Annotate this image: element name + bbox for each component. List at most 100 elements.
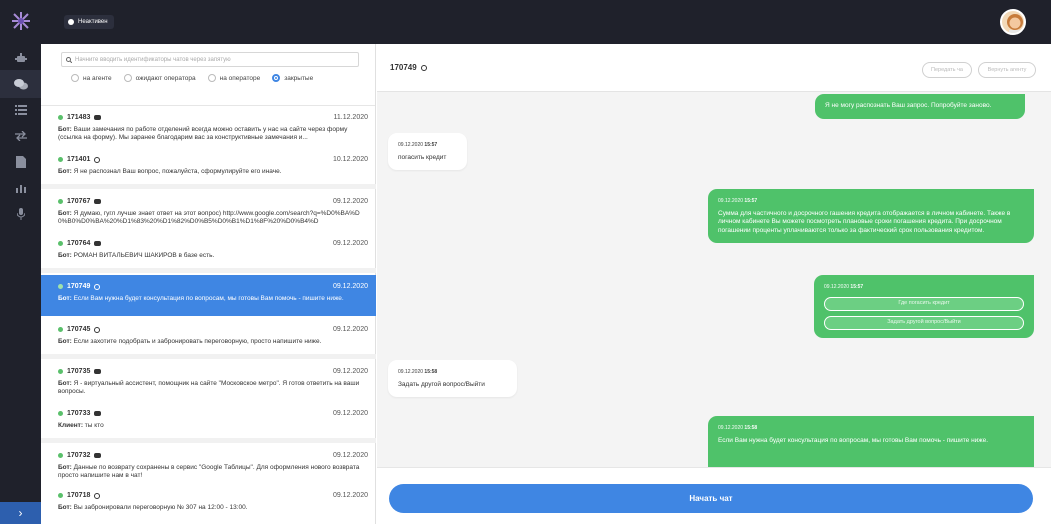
chat-preview: Я - виртуальный ассистент, помощник на с… (58, 380, 360, 395)
option-button[interactable]: Где погасить кредит (824, 296, 1024, 311)
chat-id: 170732 (67, 452, 91, 459)
chat-id: 170764 (67, 240, 91, 247)
bot-message-buttons: 09.12.2020 15:57 Где погасить кредит Зад… (814, 275, 1034, 338)
transfer-chat-button[interactable]: Передать ча (922, 62, 972, 78)
search-input[interactable]: Начните вводить идентификаторы чатов чер… (61, 52, 359, 67)
chat-list-item[interactable]: 170764 09.12.2020 Бот: РОМАН ВИТАЛЬЕВИЧ Ш… (41, 238, 376, 266)
chat-id: 170718 (67, 492, 91, 499)
chat-list-item[interactable]: 170732 09.12.2020 Бот: Данные по возврату… (41, 450, 376, 486)
chevron-right-icon[interactable]: › (0, 502, 41, 524)
chat-id: 170735 (67, 368, 91, 375)
microphone-icon[interactable] (0, 200, 41, 228)
chat-id: 171401 (67, 156, 91, 163)
return-to-agent-button[interactable]: Вернуть агенту (978, 62, 1036, 78)
divider (41, 184, 376, 189)
chats-icon[interactable] (0, 70, 41, 98)
status-label: Неактивен (78, 19, 108, 25)
list-icon[interactable] (0, 96, 41, 124)
logo-icon (11, 12, 30, 30)
app: › Неактивен Начните вводить идентификато… (0, 0, 1064, 524)
chat-icon (94, 241, 102, 246)
chat-list-item[interactable]: 170718 09.12.2020 Бот: Вы забронировали п… (41, 490, 376, 520)
message-time: 15:58 (424, 369, 438, 375)
radio-operator[interactable]: на операторе (207, 74, 261, 82)
radio-label: ожидают оператора (135, 74, 196, 82)
message-text: Задать другой вопрос/Выйти (398, 380, 485, 388)
search-icon (66, 56, 72, 63)
message-date: 09.12.2020 (398, 369, 424, 375)
start-bar: Начать чат (377, 467, 1051, 524)
chat-list-pane: Начните вводить идентификаторы чатов чер… (41, 44, 376, 524)
left-rail: › (0, 0, 41, 524)
conversation-header: 170749 Передать ча Вернуть агенту (377, 44, 1051, 92)
chat-list-item[interactable]: 171401 10.12.2020 Бот: Я не распознал Ваш… (41, 154, 376, 182)
message-text: Я не могу распознать Ваш запрос. Попробу… (825, 102, 992, 109)
chat-author: Бот: (58, 168, 72, 175)
chat-list-item[interactable]: 170767 09.12.2020 Бот: Я думаю, гугл лучш… (41, 196, 376, 232)
bot-message: 09.12.2020 15:57 Сумма для частичного и … (708, 189, 1034, 243)
document-icon[interactable] (0, 148, 41, 176)
radio-label: закрытые (284, 74, 314, 82)
chat-id: 171483 (67, 114, 91, 121)
chat-icon (94, 115, 102, 120)
search-placeholder: Начните вводить идентификаторы чатов чер… (75, 56, 231, 63)
chat-preview: РОМАН ВИТАЛЬЕВИЧ ШАКИРОВ в базе есть. (73, 252, 215, 259)
message-text: Если Вам нужна будет консультация по воп… (718, 436, 989, 444)
chat-preview: Данные по возврату сохранены в сервис "G… (58, 464, 360, 479)
radio-closed[interactable]: закрытые (272, 74, 313, 82)
chat-date: 09.12.2020 (332, 452, 368, 459)
chat-preview: Если Вам нужна будет консультация по воп… (73, 295, 344, 302)
chat-id: 170745 (67, 326, 91, 333)
chat-list-item[interactable]: 170735 09.12.2020 Бот: Я - виртуальный ас… (41, 366, 376, 402)
message-text: погасить кредит (398, 153, 447, 161)
top-bar: Неактивен (41, 0, 1051, 44)
chat-author: Клиент: (58, 422, 83, 429)
chat-author: Бот: (58, 504, 72, 511)
message-date: 09.12.2020 (398, 142, 424, 148)
chat-list-item-selected[interactable]: 170749 09.12.2020 Бот: Если Вам нужна буд… (41, 275, 376, 316)
chat-preview: Если захотите подобрать и забронировать … (73, 338, 322, 345)
bot-message: 09.12.2020 15:58 Если Вам нужна будет ко… (708, 416, 1034, 467)
chat-preview: ты кто (84, 422, 104, 429)
chat-date: 09.12.2020 (332, 198, 368, 205)
chat-date: 11.12.2020 (333, 114, 368, 121)
divider (41, 438, 376, 443)
robot-icon[interactable] (0, 44, 41, 72)
message-date: 09.12.2020 (718, 198, 744, 204)
avatar[interactable] (1000, 9, 1026, 35)
radio-agent[interactable]: на агенте (71, 74, 112, 82)
chat-date: 09.12.2020 (332, 492, 368, 499)
stats-icon[interactable] (0, 174, 41, 202)
message-time: 15:57 (744, 198, 758, 204)
chat-preview: Я не распознал Ваш вопрос, пожалуйста, с… (73, 168, 282, 175)
radio-waiting[interactable]: ожидают оператора (123, 74, 196, 82)
status-dot-icon (68, 19, 74, 25)
message-text: Сумма для частичного и досрочного гашени… (718, 209, 1011, 234)
transfer-icon[interactable] (0, 122, 41, 150)
status-filter: на агенте ожидают оператора на операторе… (61, 74, 358, 82)
chat-icon (94, 199, 102, 204)
chat-preview: Я думаю, гугл лучше знает ответ на этот … (58, 210, 360, 225)
chat-id: 170749 (67, 283, 91, 290)
chat-list-item[interactable]: 170733 09.12.2020 Клиент: ты кто (41, 408, 376, 436)
chat-author: Бот: (58, 295, 72, 302)
chat-date: 09.12.2020 (332, 240, 368, 247)
chat-icon (94, 411, 102, 416)
right-edge (1051, 0, 1064, 524)
message-date: 09.12.2020 (824, 284, 850, 290)
message-time: 15:57 (850, 284, 864, 290)
chat-list-item[interactable]: 170745 09.12.2020 Бот: Если захотите подо… (41, 324, 376, 352)
chat-author: Бот: (58, 126, 72, 133)
chat-list-item[interactable]: 171483 11.12.2020 Бот: Ваши замечания по … (41, 112, 376, 152)
logo[interactable] (0, 0, 41, 42)
chat-icon (94, 453, 102, 458)
radio-label: на операторе (219, 74, 261, 82)
status-icon (94, 492, 101, 499)
option-button[interactable]: Задать другой вопрос/Выйти (824, 315, 1024, 330)
divider (41, 268, 376, 273)
conversation-title: 170749 (390, 63, 427, 72)
start-chat-button[interactable]: Начать чат (389, 484, 1033, 513)
status-toggle[interactable]: Неактивен (64, 15, 114, 29)
chat-date: 09.12.2020 (332, 283, 368, 290)
user-message: 09.12.2020 15:57 погасить кредит (388, 133, 467, 170)
